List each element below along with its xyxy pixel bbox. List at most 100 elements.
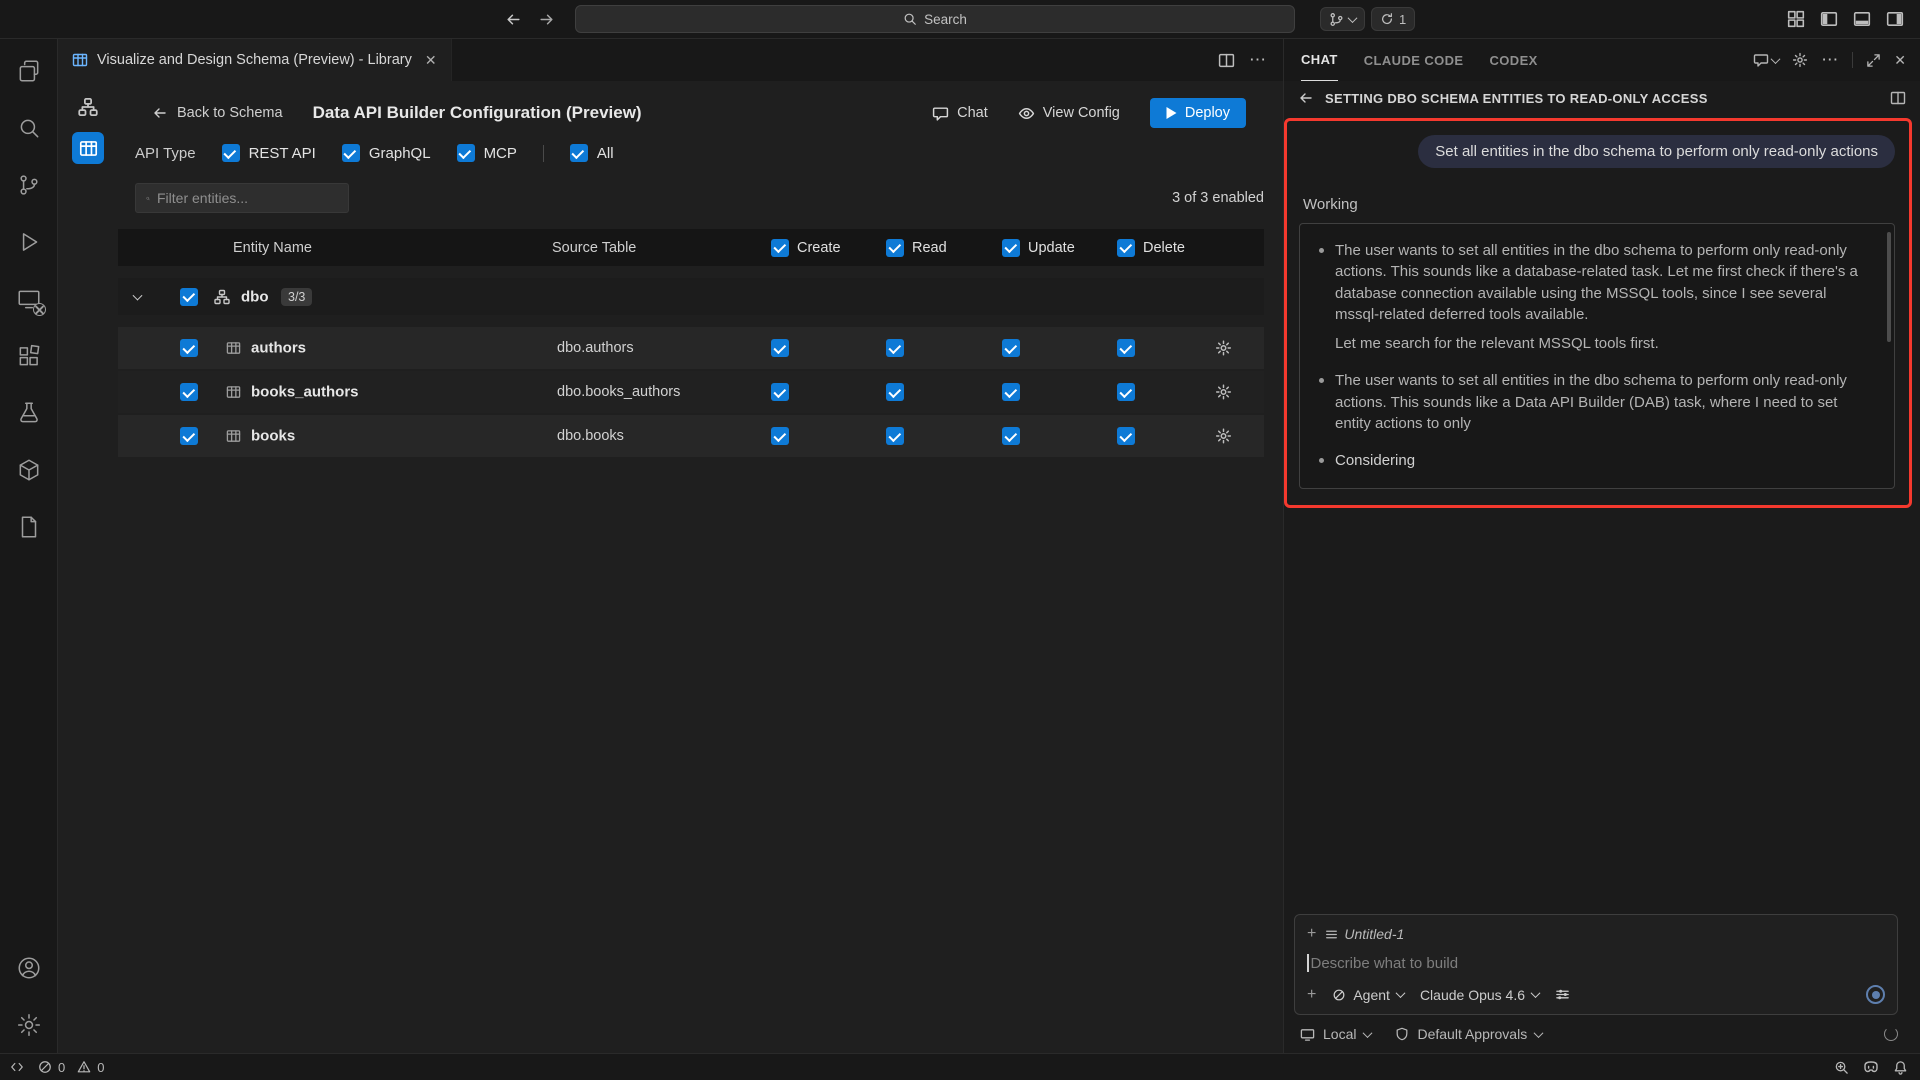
run-debug-icon[interactable] — [0, 213, 57, 270]
source-table: dbo.books_authors — [557, 384, 680, 400]
view-config-button[interactable]: View Config — [1018, 105, 1120, 122]
chat-button[interactable]: Chat — [932, 105, 988, 122]
chat-settings-icon[interactable] — [1792, 52, 1808, 68]
tune-settings-icon[interactable] — [1555, 987, 1570, 1002]
checkbox-all[interactable] — [570, 144, 588, 162]
add-context-icon[interactable]: + — [1307, 925, 1316, 943]
split-editor-icon[interactable] — [1218, 52, 1235, 69]
option-graphql[interactable]: GraphQL — [342, 144, 431, 162]
api-type-row: API Type REST API GraphQL MCP — [118, 139, 1264, 167]
checkbox-row-select[interactable] — [180, 427, 198, 445]
checkbox-update[interactable] — [1002, 383, 1020, 401]
input-toolbar: + Agent Claude Opus 4.6 — [1307, 985, 1885, 1004]
checkbox-delete[interactable] — [1117, 427, 1135, 445]
tab-chat[interactable]: CHAT — [1301, 39, 1338, 81]
checkbox-graphql[interactable] — [342, 144, 360, 162]
environment-selector[interactable]: Local — [1300, 1026, 1371, 1042]
more-actions-icon[interactable]: ⋯ — [1249, 50, 1267, 70]
approvals-selector[interactable]: Default Approvals — [1395, 1026, 1542, 1042]
option-all[interactable]: All — [570, 144, 614, 162]
more-actions-icon[interactable]: ⋯ — [1821, 50, 1839, 70]
checkbox-create[interactable] — [771, 339, 789, 357]
notebook-icon[interactable] — [0, 498, 57, 555]
checkbox-read[interactable] — [886, 383, 904, 401]
row-settings-icon[interactable] — [1215, 428, 1232, 445]
api-config-icon[interactable] — [72, 132, 104, 164]
checkbox-create[interactable] — [771, 427, 789, 445]
checkbox-row-select[interactable] — [180, 339, 198, 357]
checkbox-update-all[interactable] — [1002, 239, 1020, 257]
attach-icon[interactable]: + — [1307, 986, 1316, 1004]
checkbox-delete[interactable] — [1117, 383, 1135, 401]
back-to-schema-button[interactable]: Back to Schema — [152, 105, 283, 121]
checkbox-delete[interactable] — [1117, 339, 1135, 357]
explorer-icon[interactable] — [0, 42, 57, 99]
remote-indicator[interactable] — [10, 1060, 24, 1074]
checkbox-delete-all[interactable] — [1117, 239, 1135, 257]
toggle-panel-icon[interactable] — [1853, 10, 1871, 28]
model-selector[interactable]: Claude Opus 4.6 — [1420, 987, 1539, 1003]
source-control-action-button[interactable] — [1320, 7, 1365, 31]
extensions-icon[interactable] — [0, 327, 57, 384]
mode-selector[interactable]: Agent — [1332, 987, 1404, 1003]
row-settings-icon[interactable] — [1215, 340, 1232, 357]
option-mcp[interactable]: MCP — [457, 144, 517, 162]
chat-history-icon[interactable] — [1753, 52, 1779, 68]
open-session-in-editor-icon[interactable] — [1890, 90, 1906, 106]
scrollbar-thumb[interactable] — [1887, 232, 1891, 342]
refresh-icon — [1380, 12, 1394, 26]
remote-explorer-icon[interactable] — [0, 270, 57, 327]
filter-entities-field[interactable] — [157, 190, 338, 206]
checkbox-update[interactable] — [1002, 339, 1020, 357]
testing-icon[interactable] — [0, 384, 57, 441]
toggle-secondary-sidebar-icon[interactable] — [1886, 10, 1904, 28]
checkbox-dbo-group[interactable] — [180, 288, 198, 306]
tab-close-icon[interactable]: ✕ — [425, 52, 437, 69]
history-forward-icon[interactable] — [538, 11, 555, 28]
page-actions: Chat View Config Deploy — [932, 98, 1246, 128]
filter-row: 3 of 3 enabled — [118, 183, 1264, 213]
option-rest-api[interactable]: REST API — [222, 144, 316, 162]
context-chip[interactable]: Untitled-1 — [1325, 926, 1404, 942]
checkbox-update[interactable] — [1002, 427, 1020, 445]
checkbox-create[interactable] — [771, 383, 789, 401]
schema-file-icon — [72, 52, 88, 68]
tab-codex[interactable]: CODEX — [1490, 39, 1538, 81]
chat-text-input[interactable]: Describe what to build — [1307, 954, 1885, 972]
copilot-icon[interactable] — [1863, 1059, 1879, 1075]
visualize-schema-icon[interactable] — [72, 91, 104, 123]
source-control-icon[interactable] — [0, 156, 57, 213]
customize-layout-icon[interactable] — [1787, 10, 1805, 28]
send-stop-button[interactable] — [1866, 985, 1885, 1004]
settings-gear-icon[interactable] — [0, 996, 57, 1053]
search-view-icon[interactable] — [0, 99, 57, 156]
notifications-bell-icon[interactable] — [1893, 1060, 1908, 1075]
zoom-in-icon[interactable] — [1834, 1060, 1849, 1075]
checkbox-mcp[interactable] — [457, 144, 475, 162]
panel-tab-bar: CHAT CLAUDE CODE CODEX ⋯ ✕ — [1284, 39, 1920, 81]
maximize-panel-icon[interactable] — [1866, 53, 1881, 68]
checkbox-row-select[interactable] — [180, 383, 198, 401]
command-center-search[interactable]: Search — [575, 5, 1295, 33]
toggle-primary-sidebar-icon[interactable] — [1820, 10, 1838, 28]
problems-indicator[interactable]: 0 0 — [38, 1060, 104, 1075]
titlebar: Search 1 — [0, 0, 1920, 39]
checkbox-create-all[interactable] — [771, 239, 789, 257]
designer-toolbar — [58, 81, 118, 1053]
accounts-icon[interactable] — [0, 939, 57, 996]
deploy-button[interactable]: Deploy — [1150, 98, 1246, 128]
collapse-chevron-icon[interactable] — [134, 293, 141, 300]
checkbox-rest-api[interactable] — [222, 144, 240, 162]
close-panel-icon[interactable]: ✕ — [1894, 52, 1906, 69]
filter-entities-input[interactable] — [135, 183, 349, 213]
checkbox-read[interactable] — [886, 427, 904, 445]
checkbox-read-all[interactable] — [886, 239, 904, 257]
row-settings-icon[interactable] — [1215, 384, 1232, 401]
checkbox-read[interactable] — [886, 339, 904, 357]
tab-visualize-design-schema[interactable]: Visualize and Design Schema (Preview) - … — [58, 39, 452, 81]
database-projects-icon[interactable] — [0, 441, 57, 498]
tab-claude-code[interactable]: CLAUDE CODE — [1364, 39, 1464, 81]
session-back-icon[interactable] — [1298, 90, 1314, 106]
history-back-icon[interactable] — [505, 11, 522, 28]
sync-status-button[interactable]: 1 — [1371, 7, 1415, 31]
